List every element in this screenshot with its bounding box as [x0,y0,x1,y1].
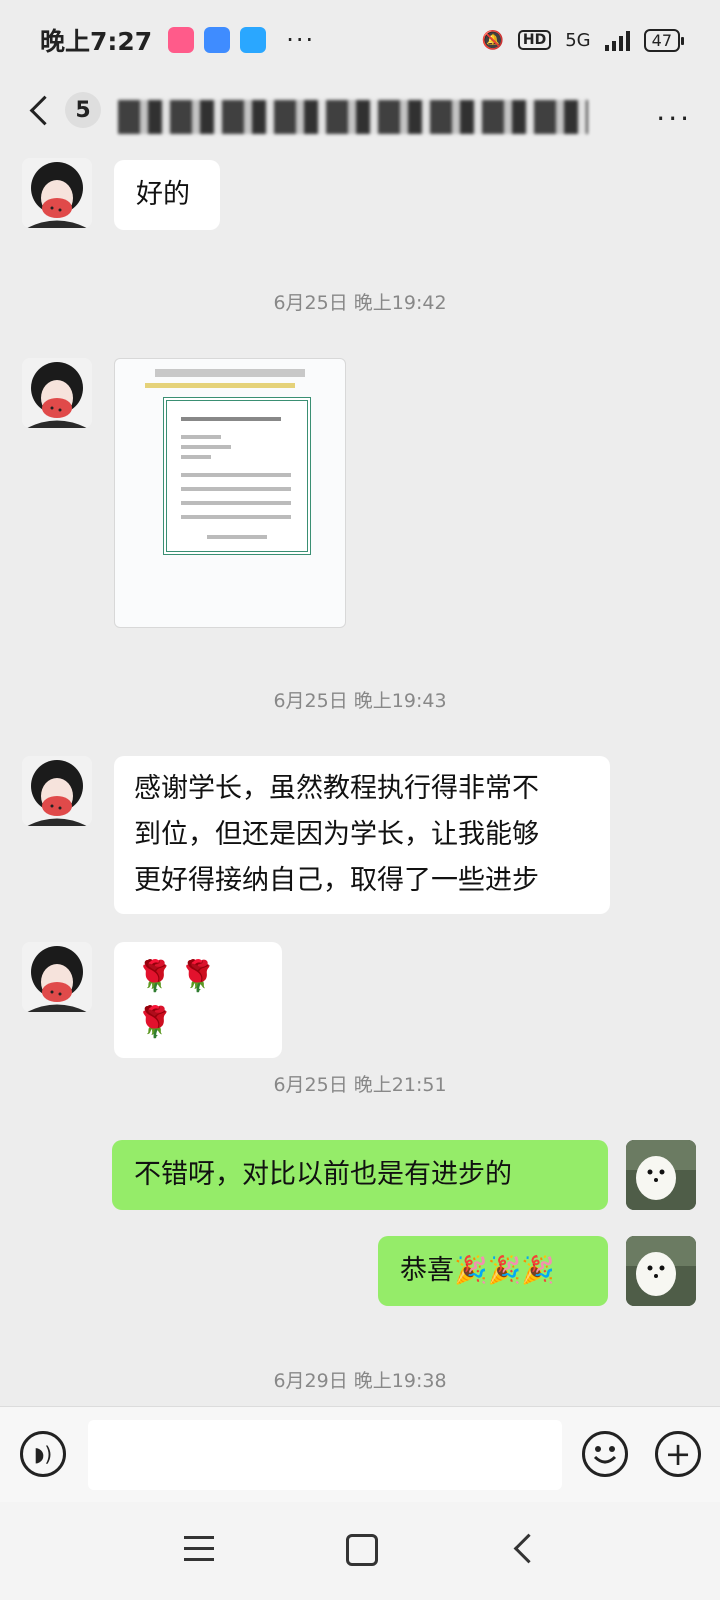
plus-icon: + [664,1435,692,1473]
emoji-button[interactable] [582,1431,628,1477]
emoji-icon [593,1446,617,1464]
message-line: 到位，但还是因为学长，让我能够 [134,819,539,850]
received-message[interactable]: 好的 [114,160,220,230]
system-back-button[interactable] [513,1533,544,1564]
hd-icon: HD [517,30,552,50]
contact-avatar[interactable] [22,358,92,428]
timestamp: 6月25日 晚上19:43 [273,690,447,712]
message-text: 恭喜🎉🎉🎉 [400,1255,555,1286]
timestamp: 6月25日 晚上21:51 [273,1074,447,1096]
more-functions-button[interactable]: + [655,1431,701,1477]
status-time: 晚上7:27 [40,27,153,56]
system-nav-bar [0,1502,720,1600]
timestamp: 6月25日 晚上19:42 [273,292,447,314]
message-text: 不错呀，对比以前也是有进步的 [134,1159,512,1190]
recent-apps-button[interactable] [184,1536,214,1562]
app-notification-icon [168,27,195,53]
back-button[interactable]: 5 [26,92,101,128]
voice-icon: ◗) [33,1442,53,1466]
my-avatar-image [626,1236,696,1306]
signal-icon [604,29,630,51]
message-text: 好的 [136,179,190,210]
status-left: 晚上7:27 ··· [40,22,315,58]
unread-count-badge: 5 [65,92,101,128]
status-right: 🔕 HD 5G 47 [481,28,685,52]
score-certificate-image [163,397,311,555]
message-line: 更好得接纳自己，取得了一些进步 [134,865,539,896]
my-avatar-image [626,1140,696,1210]
contact-avatar[interactable] [22,756,92,826]
card-notification-icon [204,27,231,53]
chat-input-bar: ◗) + [0,1406,720,1503]
contact-avatar-image [22,158,92,228]
voice-input-button[interactable]: ◗) [20,1431,66,1477]
message-notification-icon [240,27,267,53]
contact-avatar-image [22,756,92,826]
more-notifications-icon: ··· [286,26,316,54]
contact-avatar[interactable] [22,942,92,1012]
image-subheader [145,383,295,388]
chat-title-bar: 5 ··· [0,80,720,150]
status-bar: 晚上7:27 ··· 🔕 HD 5G 47 [0,0,720,80]
chat-title-redacted [118,100,588,134]
sent-message[interactable]: 不错呀，对比以前也是有进步的 [112,1140,608,1210]
back-icon [29,95,60,125]
contact-avatar-image [22,358,92,428]
contact-avatar-image [22,942,92,1012]
mute-icon: 🔕 [481,29,504,51]
my-avatar[interactable] [626,1236,696,1306]
timestamp: 6月29日 晚上19:38 [273,1370,447,1392]
image-header [155,369,305,377]
message-line: 感谢学长，虽然教程执行得非常不 [134,773,539,804]
home-button[interactable] [346,1534,378,1566]
contact-avatar[interactable] [22,158,92,228]
sent-message[interactable]: 恭喜🎉🎉🎉 [378,1236,608,1306]
network-type: 5G [565,29,591,51]
received-message[interactable]: 感谢学长，虽然教程执行得非常不 到位，但还是因为学长，让我能够 更好得接纳自己，… [114,756,610,914]
image-message[interactable] [114,358,346,628]
received-emoji-message[interactable]: 🌹🌹🌹 [114,942,282,1058]
battery-icon: 47 [643,28,685,52]
chat-more-button[interactable]: ··· [656,102,692,135]
my-avatar[interactable] [626,1140,696,1210]
message-input[interactable] [88,1420,562,1490]
rose-emoji: 🌹🌹🌹 [136,959,223,1040]
